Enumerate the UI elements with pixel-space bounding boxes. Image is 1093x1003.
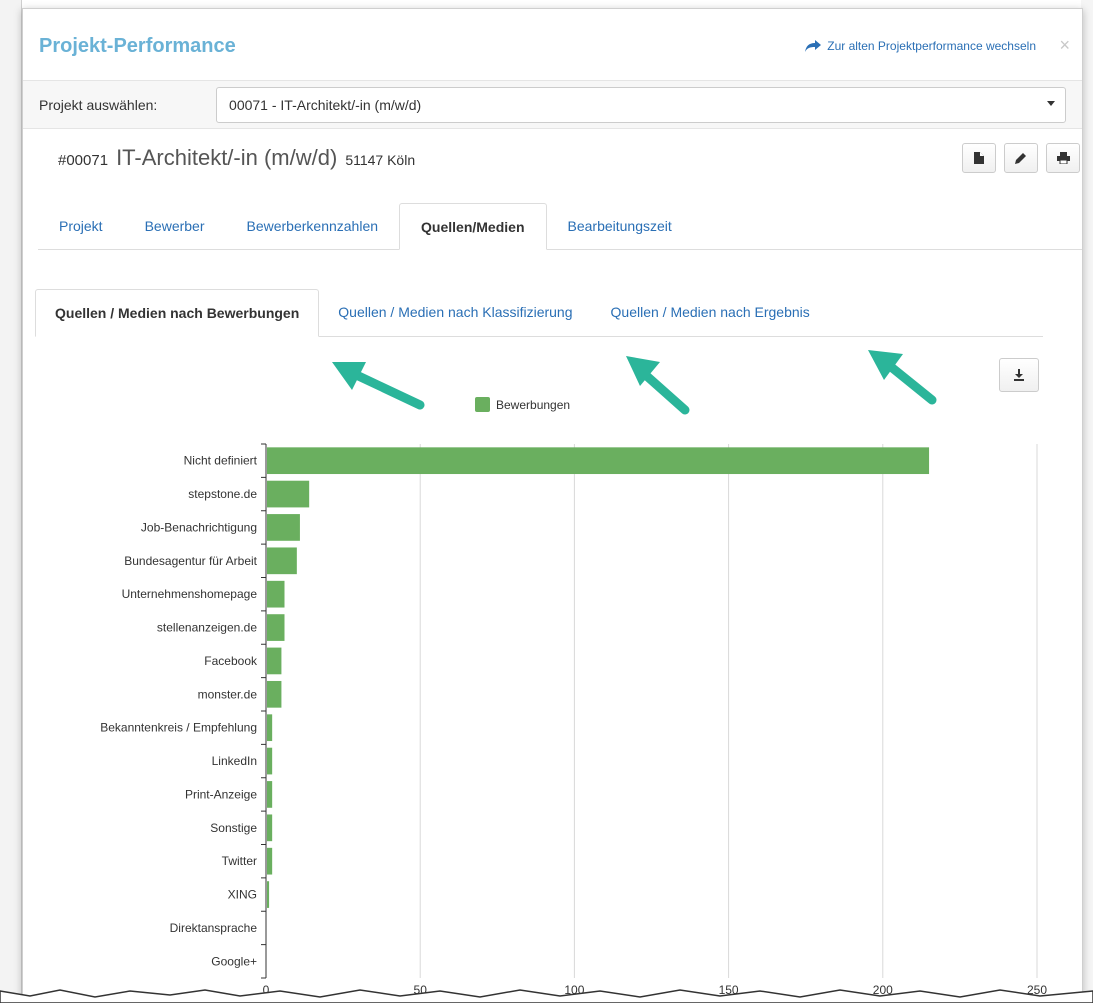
arrow-annotation-2 (626, 356, 690, 415)
annotation-arrows (332, 350, 937, 415)
arrow-annotation-3 (868, 350, 937, 405)
torn-edge (0, 989, 1093, 1003)
arrow-annotation-1 (332, 362, 425, 410)
